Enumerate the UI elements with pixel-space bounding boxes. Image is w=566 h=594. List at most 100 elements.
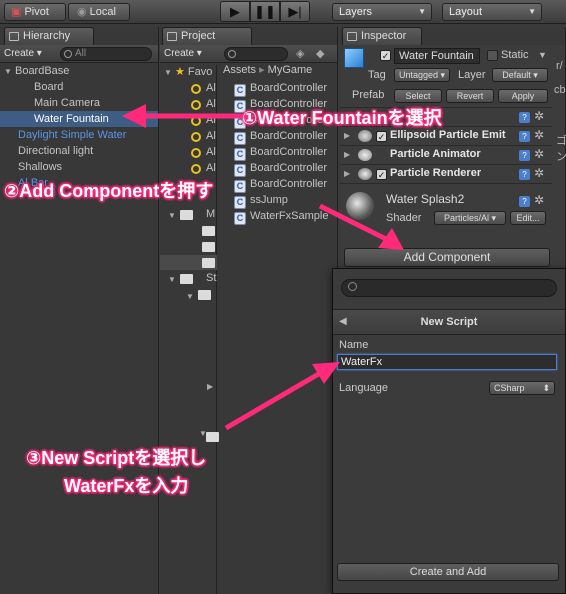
layout-dropdown[interactable]: Layout ▼: [442, 3, 542, 21]
prefab-label: Prefab: [352, 89, 385, 101]
tree-label: Al: [206, 130, 216, 142]
filter-icon[interactable]: ◈: [296, 47, 304, 60]
file-item[interactable]: C WaterFxSample: [234, 208, 328, 225]
search-icon: [348, 282, 357, 291]
search-icon: [191, 132, 201, 142]
pivot-label: Pivot: [24, 6, 49, 18]
gear-icon[interactable]: ✲: [534, 147, 544, 161]
help-icon[interactable]: ?: [519, 131, 530, 142]
prefab-revert-button[interactable]: Revert: [446, 89, 494, 103]
popup-header: ◀ New Script: [333, 309, 565, 335]
tree-item[interactable]: M: [206, 206, 215, 222]
tree-item-selected[interactable]: Water Fountain: [0, 111, 158, 127]
active-checkbox[interactable]: ✓: [380, 50, 391, 61]
tree-item[interactable]: Main Camera: [34, 95, 100, 111]
file-item[interactable]: C BoardController: [234, 128, 328, 145]
gear-icon[interactable]: ✲: [534, 128, 544, 142]
tree-item[interactable]: Board: [34, 79, 63, 95]
tree-item[interactable]: St: [206, 270, 216, 286]
info-icon: [347, 32, 357, 41]
create-and-add-button[interactable]: Create and Add: [337, 563, 559, 581]
material-name: Water Splash2: [386, 192, 465, 206]
tab-inspector[interactable]: Inspector: [342, 27, 422, 45]
language-dropdown[interactable]: CSharp ⬍: [489, 381, 555, 395]
layer-value: Default: [502, 70, 531, 80]
file-item[interactable]: C BoardController: [234, 144, 327, 161]
help-icon[interactable]: ?: [519, 112, 530, 123]
create-label: Create: [164, 48, 195, 59]
object-name-field[interactable]: Water Fountain: [394, 48, 480, 64]
help-icon[interactable]: ?: [519, 150, 530, 161]
prefab-select-button[interactable]: Select: [394, 89, 442, 103]
tree-item[interactable]: Shallows: [18, 159, 62, 175]
pause-button[interactable]: ❚❚: [250, 1, 280, 22]
favorites-item[interactable]: ▼ ★ Favo: [164, 64, 212, 80]
file-item[interactable]: C BoardController: [234, 176, 327, 193]
tree-item[interactable]: Al: [206, 80, 216, 96]
static-checkbox[interactable]: [487, 50, 498, 61]
tree-item[interactable]: Al: [206, 128, 216, 144]
component-enable-checkbox[interactable]: ✓: [376, 131, 387, 142]
component-row[interactable]: ▶ Particle Animator ? ✲: [340, 145, 552, 164]
tab-project[interactable]: Project: [162, 27, 252, 45]
create-button[interactable]: Create ▾: [164, 47, 202, 61]
tree-item[interactable]: Directional light: [18, 143, 93, 159]
search-placeholder: All: [75, 48, 87, 59]
component-row[interactable]: ▶ ✓ Particle Renderer ? ✲: [340, 164, 552, 183]
create-button[interactable]: Create ▾: [4, 47, 42, 61]
layers-dropdown[interactable]: Layers ▼: [332, 3, 432, 21]
tree-item[interactable]: Daylight Simple Water: [18, 127, 126, 143]
tab-hierarchy[interactable]: Hierarchy: [4, 27, 94, 45]
gear-icon[interactable]: ✲: [534, 109, 544, 123]
prefab-apply-button[interactable]: Apply: [498, 89, 548, 103]
tree-root[interactable]: ▼ BoardBase: [4, 63, 69, 79]
material-preview-icon: [346, 192, 374, 220]
tree-label: M: [206, 208, 216, 220]
local-toggle[interactable]: ◉ Local: [68, 3, 130, 21]
file-item[interactable]: CssJump: [234, 192, 288, 209]
chevron-down-icon: ▼: [528, 7, 536, 16]
expand-triangle-icon: ▼: [168, 275, 176, 284]
folder-icon: [202, 258, 215, 268]
tree-item[interactable]: Al: [206, 112, 216, 128]
tree-item[interactable]: Al: [206, 144, 216, 160]
shader-edit-button[interactable]: Edit...: [510, 211, 546, 225]
chevron-down-icon[interactable]: ▼: [538, 50, 547, 60]
breadcrumb-item[interactable]: MyGame: [268, 64, 313, 76]
label-icon[interactable]: ◆: [316, 47, 324, 60]
folder-icon: [198, 290, 211, 300]
file-name: BoardController: [250, 130, 328, 142]
file-name: BoardController: [250, 82, 328, 94]
file-item[interactable]: C BoardController: [234, 160, 327, 177]
tree-item[interactable]: Al: [206, 160, 216, 176]
search-input[interactable]: All: [60, 47, 152, 61]
tree-label: Al: [206, 114, 216, 126]
gear-icon[interactable]: ✲: [534, 166, 544, 180]
popup-search-input[interactable]: [341, 279, 557, 297]
script-name-field[interactable]: WaterFx: [337, 354, 557, 370]
component-label: Ellipsoid Particle Emit: [390, 129, 506, 141]
search-icon: [191, 116, 201, 126]
gear-icon[interactable]: ✲: [534, 193, 544, 207]
help-icon[interactable]: ?: [519, 169, 530, 180]
expand-triangle-icon: ▶: [344, 169, 351, 178]
file-item[interactable]: C BoardController: [234, 80, 328, 97]
folder-icon: [180, 274, 193, 284]
add-component-button[interactable]: Add Component: [344, 248, 550, 267]
tree-label: Al: [206, 82, 216, 94]
layer-dropdown[interactable]: Default ▾: [492, 68, 548, 82]
script-name-text: WaterFx: [341, 356, 383, 368]
play-button[interactable]: ▶: [220, 1, 250, 22]
step-button[interactable]: ▶|: [280, 1, 310, 22]
chevron-down-icon: ▼: [418, 7, 426, 16]
search-icon: [191, 148, 201, 158]
pivot-toggle[interactable]: ▣ Pivot: [4, 3, 66, 21]
help-icon[interactable]: ?: [519, 196, 530, 207]
shader-dropdown[interactable]: Particles/Al ▾: [434, 211, 506, 225]
search-input[interactable]: [224, 47, 288, 61]
tree-item[interactable]: Al: [206, 96, 216, 112]
component-enable-checkbox[interactable]: ✓: [376, 169, 387, 180]
tab-label: Hierarchy: [23, 30, 71, 42]
tag-dropdown[interactable]: Untagged ▾: [394, 68, 450, 82]
breadcrumb-item[interactable]: Assets: [223, 64, 256, 76]
